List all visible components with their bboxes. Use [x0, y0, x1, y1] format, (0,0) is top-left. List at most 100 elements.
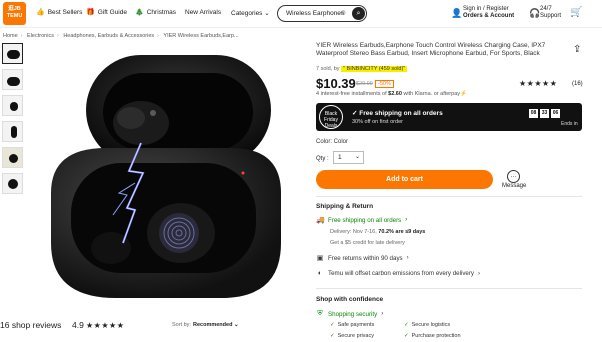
breadcrumb: Home › Electronics › Headphones, Earbuds &…: [3, 33, 239, 39]
nav-label: New Arrivals: [185, 9, 222, 16]
color-label: Color: Color: [316, 139, 349, 145]
timer-hours: 08: [529, 109, 538, 118]
account-line2: Orders & Account: [463, 13, 515, 19]
confidence-title: Shop with confidence: [316, 296, 384, 303]
divider: [316, 288, 582, 289]
product-main-image[interactable]: [31, 43, 297, 311]
reviews-stars: ★★★★★: [86, 320, 125, 330]
credit-info: Get a $5 credit for late delivery: [330, 240, 405, 246]
nav-categories[interactable]: Categories ⌄: [231, 9, 270, 17]
chevron-right-icon: ›: [478, 270, 481, 277]
nav-label: Best Sellers: [47, 9, 83, 16]
installments-info: 4 interest-free installments of $2.60 wi…: [316, 91, 467, 97]
nav-best-sellers[interactable]: 👍 Best Sellers: [36, 9, 82, 16]
nav-label: Gift Guide: [97, 9, 127, 16]
rating-count[interactable]: (16): [572, 81, 583, 87]
thumbs-up-icon: 👍: [36, 9, 45, 16]
reviews-title: 16 shop reviews: [0, 320, 62, 330]
black-friday-badge: Black Friday Deals: [319, 105, 343, 129]
nav-new-arrivals[interactable]: New Arrivals: [185, 9, 221, 16]
qty-value: 1: [338, 154, 342, 161]
share-icon[interactable]: ⇪: [573, 44, 581, 55]
thumbnail[interactable]: [2, 43, 23, 64]
installments-post[interactable]: with Klarna. or afterpay⚡: [402, 91, 466, 97]
chevron-right-icon: ›: [381, 311, 384, 317]
price: $10.39: [316, 76, 356, 91]
delivery-pre: Delivery: Nov 7-16,: [330, 229, 379, 235]
support-menu[interactable]: 24/7 Support: [540, 6, 561, 20]
breadcrumb-electronics[interactable]: Electronics: [27, 33, 54, 39]
feature-label: Purchase protection: [411, 333, 461, 339]
carbon-text: Temu will offset carbon emissions from e…: [328, 270, 475, 277]
security-row[interactable]: ⛨ Shopping security ›: [316, 310, 383, 318]
nav-christmas[interactable]: 🎄 Christmas: [135, 9, 176, 16]
thumbnail[interactable]: [2, 121, 23, 142]
cart-icon[interactable]: 🛒: [570, 7, 582, 18]
message-icon[interactable]: …: [507, 170, 520, 183]
sort-label: Sort by:: [172, 322, 191, 328]
countdown-timer: 08 33 06: [529, 109, 560, 118]
installments-pre: 4 interest-free installments of: [316, 91, 389, 97]
feature-label: Safe payments: [337, 322, 375, 328]
clear-icon[interactable]: ⊗: [340, 9, 346, 17]
leaf-icon: ◐: [317, 270, 323, 277]
original-price: $20.99: [356, 81, 373, 87]
support-line1: 24/7: [540, 6, 552, 12]
support-line2: Support: [540, 13, 562, 19]
installments-amount: $2.60: [388, 91, 402, 97]
secure-privacy: ✓ Secure privacy: [330, 333, 374, 339]
thumbnail[interactable]: [2, 69, 23, 90]
sold-info: 7 sold, by " BINBINCITY (459 sold)": [316, 66, 408, 72]
free-shipping-text: Free shipping on all orders: [328, 216, 402, 224]
free-shipping-row[interactable]: 🚚 Free shipping on all orders ›: [316, 216, 408, 225]
nav-label: Categories ⌄: [231, 10, 270, 17]
thumbnail[interactable]: [2, 173, 23, 194]
breadcrumb-home[interactable]: Home: [3, 33, 18, 39]
thumbnail-list: [2, 43, 24, 199]
nav-gift-guide[interactable]: 🎁 Gift Guide: [86, 9, 127, 16]
secure-logistics: ✓ Secure logistics: [404, 322, 451, 328]
tree-icon: 🎄: [135, 9, 144, 16]
message-label[interactable]: Message: [502, 183, 526, 189]
nav-label: Christmas: [146, 9, 176, 16]
promo-line2: 30% off on first order: [352, 119, 403, 125]
qty-label: Qty :: [316, 156, 329, 162]
free-returns-row[interactable]: ▣ Free returns within 90 days ›: [316, 254, 409, 263]
search-input[interactable]: Wireless Earphones ⊗ ⌕: [277, 5, 367, 22]
promo-text1: Free shipping on all orders: [359, 110, 443, 117]
truck-icon: 🚚: [316, 217, 325, 224]
discount-badge: -50%: [375, 80, 394, 88]
reviews-rating: 4.9: [72, 320, 84, 330]
rating-stars[interactable]: ★★★★★: [519, 79, 557, 88]
shield-icon: ⛨: [317, 310, 323, 317]
quantity-select[interactable]: 1 ⌄: [333, 151, 364, 164]
purchase-protection: ✓ Purchase protection: [404, 333, 461, 339]
account-line1: Sign in / Register: [463, 6, 509, 12]
user-icon[interactable]: 👤: [451, 8, 462, 19]
promo-banner[interactable]: Black Friday Deals ✓ Free shipping on al…: [316, 103, 582, 131]
sort-dropdown[interactable]: Recommended ⌄: [193, 322, 239, 328]
chevron-right-icon: ›: [405, 217, 408, 223]
delivery-info: Delivery: Nov 7-16, 70.2% are ≤9 days: [330, 229, 425, 235]
carbon-row[interactable]: ◐ Temu will offset carbon emissions from…: [316, 270, 480, 277]
breadcrumb-headphones[interactable]: Headphones, Earbuds & Accessories: [63, 33, 154, 39]
product-title: YIER Wireless Earbuds,Earphone Touch Con…: [316, 42, 546, 57]
reviews-bar: 16 shop reviews 4.9 ★★★★★ Sort by: Recom…: [0, 318, 300, 332]
chevron-down-icon: ⌄: [354, 154, 360, 160]
temu-logo[interactable]: 逛JB TEMU: [3, 2, 26, 25]
thumbnail[interactable]: [2, 95, 23, 116]
search-icon[interactable]: ⌕: [352, 7, 365, 20]
headset-icon[interactable]: 🎧: [529, 8, 540, 19]
check-icon: ✓: [352, 110, 358, 117]
delivery-bold: 70.2% are ≤9 days: [378, 229, 426, 235]
account-menu[interactable]: Sign in / Register Orders & Account: [463, 6, 514, 20]
timer-minutes: 33: [540, 109, 549, 118]
thumbnail[interactable]: [2, 147, 23, 168]
search-value: Wireless Earphones: [286, 10, 345, 17]
sold-count: 7 sold, by: [316, 66, 340, 72]
feature-label: Secure privacy: [337, 333, 374, 339]
safe-payments: ✓ Safe payments: [330, 322, 375, 328]
return-box-icon: ▣: [316, 255, 324, 262]
store-link[interactable]: " BINBINCITY (459 sold)": [341, 66, 408, 72]
add-to-cart-button[interactable]: Add to cart: [316, 170, 493, 189]
